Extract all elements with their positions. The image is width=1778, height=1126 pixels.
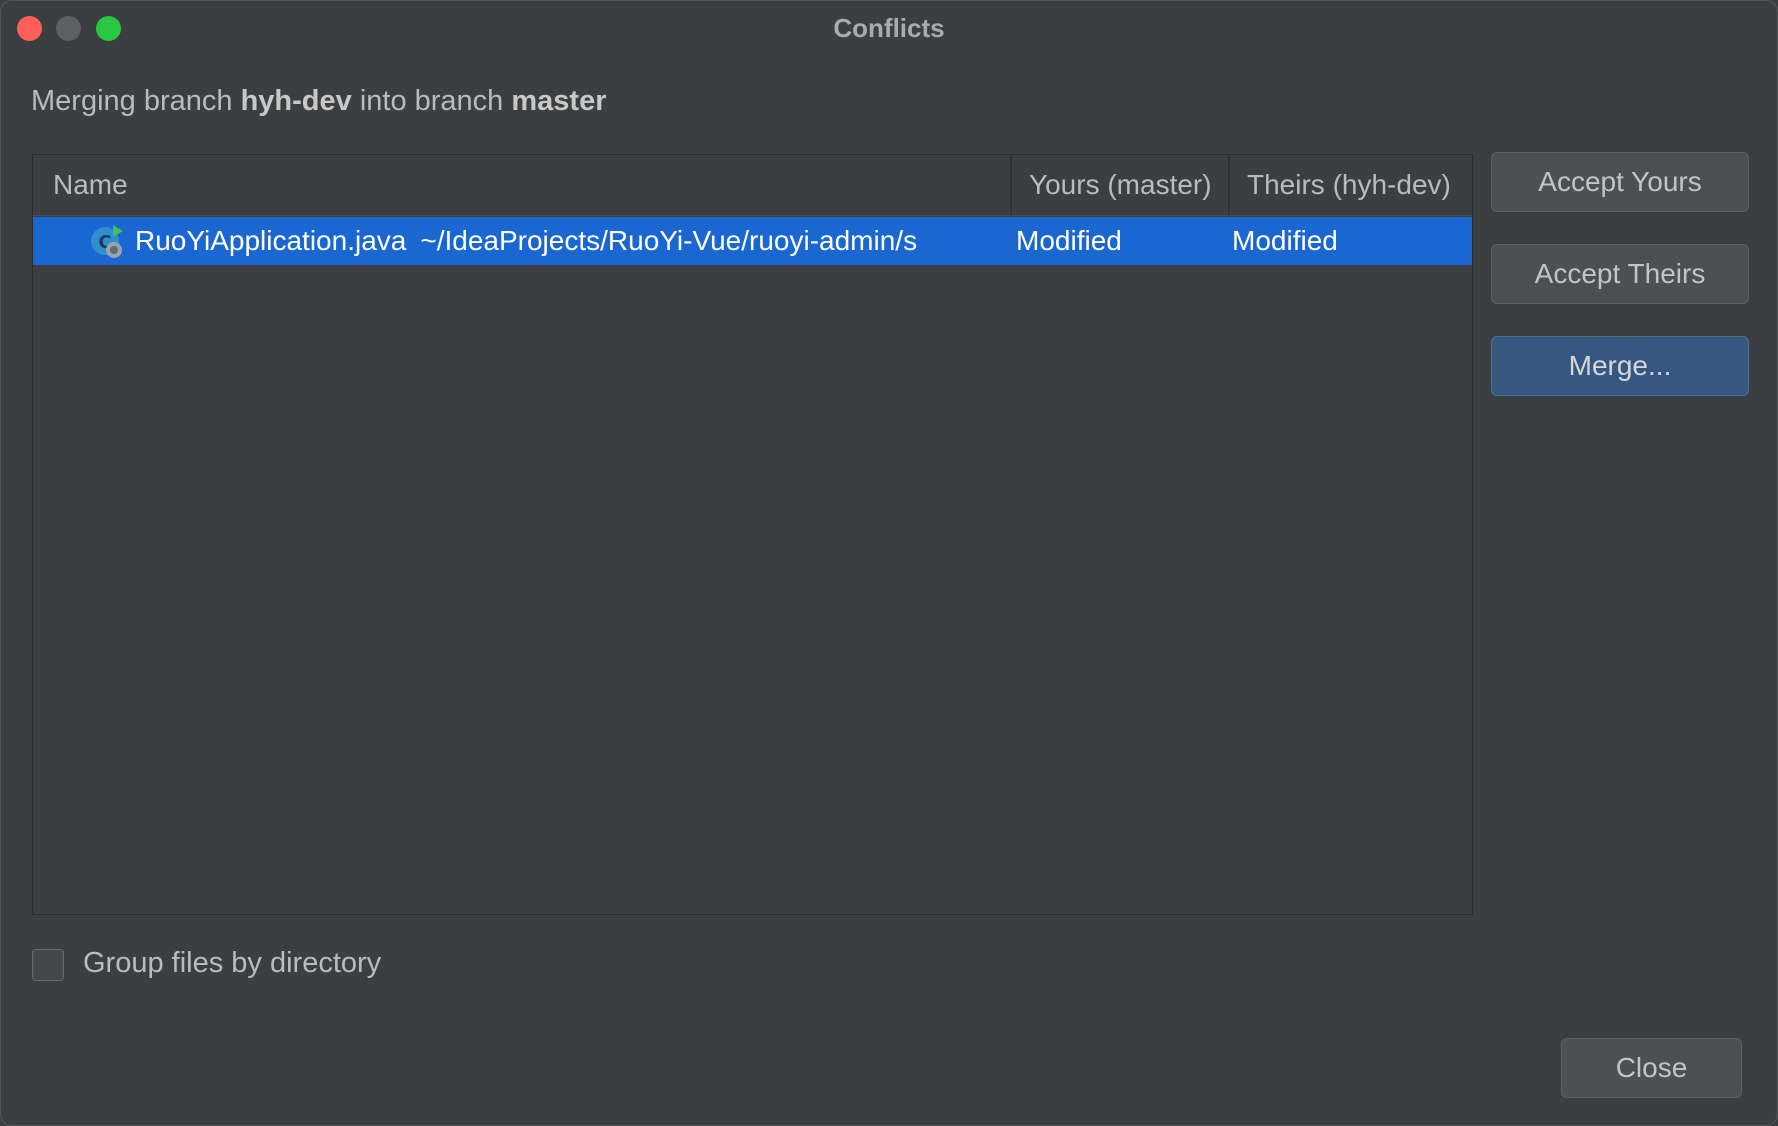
java-class-conflict-icon: C	[91, 225, 123, 258]
accept-yours-button[interactable]: Accept Yours	[1491, 152, 1749, 212]
file-name-cell: RuoYiApplication.java ~/IdeaProjects/RuoY…	[135, 217, 1012, 265]
title-bar: Conflicts	[1, 1, 1777, 55]
group-by-directory-label[interactable]: Group files by directory	[83, 947, 381, 980]
conflicts-table: Name Yours (master) Theirs (hyh-dev) C R…	[32, 154, 1473, 915]
theirs-status: Modified	[1232, 225, 1338, 256]
conflicts-dialog: Conflicts Merging branch hyh-dev into br…	[0, 0, 1778, 1126]
table-header: Name Yours (master) Theirs (hyh-dev)	[33, 155, 1472, 216]
accept-theirs-button[interactable]: Accept Theirs	[1491, 244, 1749, 304]
group-by-directory-checkbox[interactable]	[32, 949, 64, 981]
close-button[interactable]: Close	[1561, 1038, 1742, 1098]
file-name: RuoYiApplication.java	[135, 225, 407, 256]
target-branch: master	[511, 85, 607, 117]
merge-button[interactable]: Merge...	[1491, 336, 1749, 396]
yours-status: Modified	[1016, 225, 1122, 256]
window-title: Conflicts	[833, 13, 945, 43]
merge-prefix: Merging branch	[31, 85, 233, 117]
column-header-theirs[interactable]: Theirs (hyh-dev)	[1228, 155, 1474, 215]
source-branch: hyh-dev	[240, 85, 352, 117]
merge-description: Merging branch hyh-dev into branch maste…	[31, 85, 607, 118]
column-header-yours[interactable]: Yours (master)	[1010, 155, 1228, 215]
merge-middle: into branch	[359, 85, 504, 117]
table-row[interactable]: C RuoYiApplication.java ~/IdeaProjects/Ru…	[33, 217, 1472, 265]
column-header-name[interactable]: Name	[53, 155, 1013, 215]
file-path: ~/IdeaProjects/RuoYi-Vue/ruoyi-admin/s	[420, 225, 918, 256]
